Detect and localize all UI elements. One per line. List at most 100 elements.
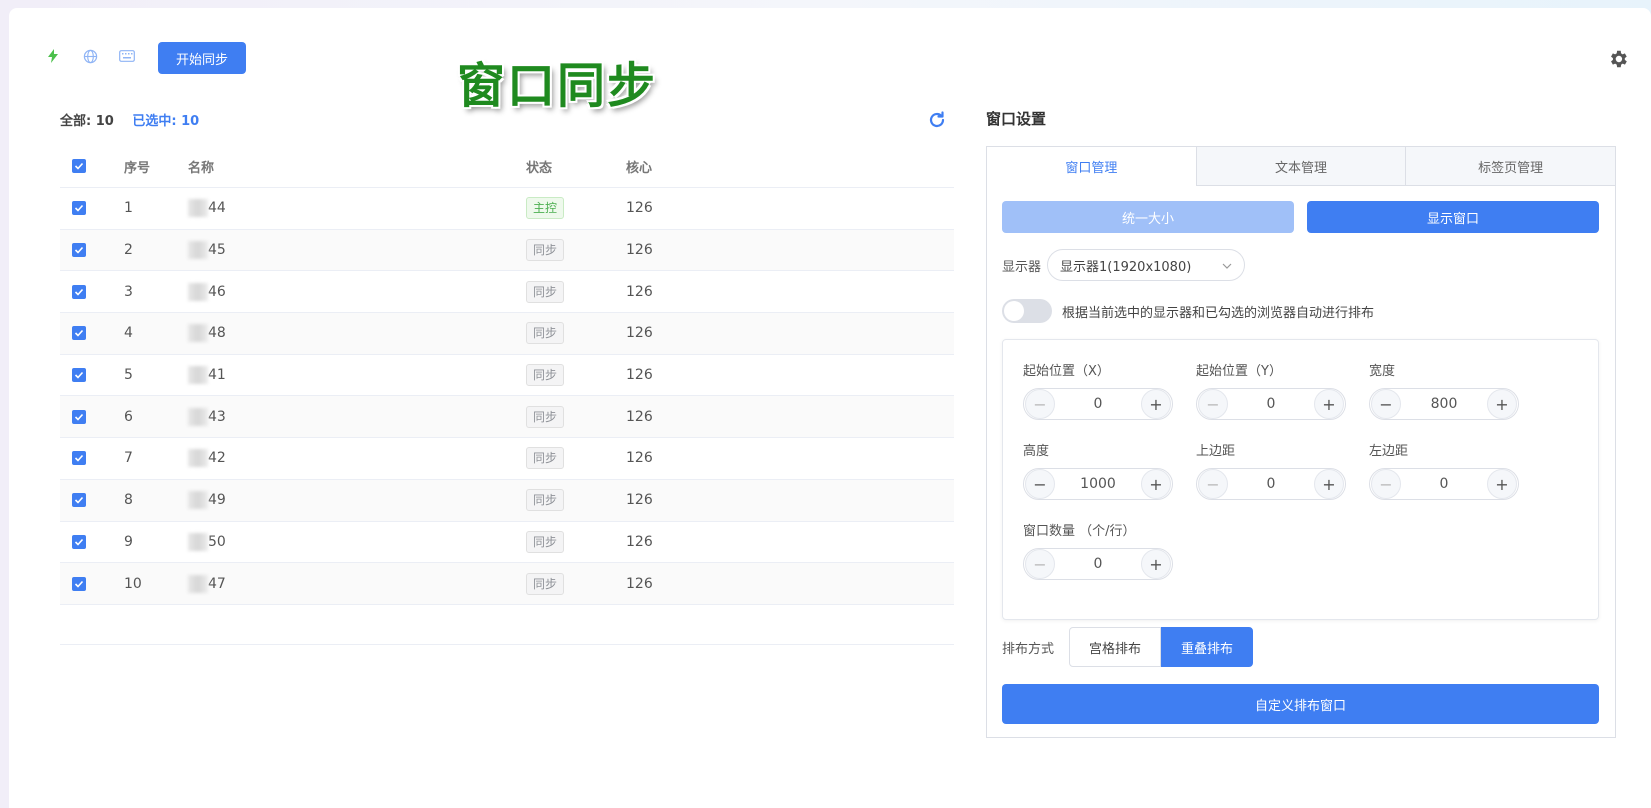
auto-arrange-toggle[interactable] (1002, 299, 1052, 323)
layout-label: 排布方式 (1002, 641, 1055, 657)
row-name-text: 46 (208, 283, 226, 300)
status-badge: 同步 (526, 489, 565, 512)
plus-icon[interactable]: + (1486, 469, 1517, 499)
selected-count: 已选中: 10 (132, 114, 200, 129)
width-field: 宽度 − 800 + (1369, 360, 1519, 420)
selection-summary: 全部: 10 已选中: 10 (60, 110, 199, 129)
row-name-text: 50 (208, 533, 226, 550)
field-label: 高度 (1023, 444, 1050, 459)
table-row[interactable]: 1 44 主控 126 (60, 188, 954, 230)
row-checkbox[interactable] (72, 409, 86, 424)
page-banner: 窗口同步 (457, 58, 658, 114)
row-checkbox[interactable] (72, 451, 86, 466)
table-divider (60, 644, 954, 645)
row-core: 126 (626, 492, 653, 509)
minus-icon[interactable]: − (1198, 389, 1228, 419)
row-checkbox[interactable] (72, 284, 86, 299)
start-sync-button[interactable]: 开始同步 (158, 42, 246, 74)
per-row-field: 窗口数量 （个/行） − 0 + (1023, 520, 1173, 580)
tab-text-management[interactable]: 文本管理 (1195, 147, 1406, 185)
select-all-checkbox[interactable] (72, 159, 86, 173)
chevron-down-icon (1222, 258, 1232, 273)
row-checkbox[interactable] (72, 326, 86, 341)
gear-icon[interactable] (1607, 48, 1629, 70)
minus-icon[interactable]: − (1371, 469, 1401, 499)
uniform-size-button[interactable]: 统一大小 (1002, 201, 1294, 233)
row-name: 47 (188, 574, 526, 593)
row-checkbox[interactable] (72, 243, 86, 258)
minus-icon[interactable]: − (1025, 389, 1055, 419)
layout-mode-row: 排布方式 宫格排布 重叠排布 (1002, 627, 1254, 667)
stepper-value[interactable]: 0 (1094, 396, 1103, 412)
plus-icon[interactable]: + (1140, 469, 1171, 499)
width-stepper: − 800 + (1369, 388, 1519, 420)
tab-page-management[interactable]: 标签页管理 (1405, 147, 1615, 185)
grid-layout-button[interactable]: 宫格排布 (1069, 627, 1162, 667)
field-label: 上边距 (1196, 444, 1236, 459)
column-header: 核心 (626, 160, 653, 176)
table-row[interactable]: 2 45 同步 126 (60, 229, 954, 272)
plus-icon[interactable]: + (1140, 389, 1171, 419)
stepper-value[interactable]: 800 (1431, 396, 1458, 412)
plus-icon[interactable]: + (1313, 389, 1344, 419)
stepper-value[interactable]: 0 (1440, 476, 1449, 492)
row-checkbox[interactable] (72, 368, 86, 383)
row-name: 50 (188, 532, 526, 551)
row-name: 44 (188, 199, 526, 218)
browser-table: 序号 名称 状态 核心 1 44 主控 126 2 45 同步 126 3 46 同步 126 4 48 同… (60, 145, 954, 605)
row-checkbox[interactable] (72, 534, 86, 549)
minus-icon[interactable]: − (1198, 469, 1228, 499)
table-row[interactable]: 9 50 同步 126 (60, 522, 954, 564)
refresh-icon[interactable] (927, 110, 947, 130)
redacted-block (188, 491, 208, 510)
row-name: 42 (188, 449, 526, 468)
table-row[interactable]: 4 48 同步 126 (60, 313, 954, 355)
minus-icon[interactable]: − (1025, 469, 1055, 499)
keyboard-icon[interactable] (119, 48, 135, 64)
plus-icon[interactable]: + (1486, 389, 1517, 419)
row-name-text: 49 (208, 492, 226, 509)
redacted-block (188, 282, 208, 301)
row-checkbox[interactable] (72, 201, 86, 216)
table-row[interactable]: 3 46 同步 126 (60, 271, 954, 314)
display-label: 显示器 (1002, 259, 1042, 275)
globe-icon[interactable] (82, 48, 98, 64)
row-checkbox[interactable] (72, 493, 86, 508)
stepper-value[interactable]: 0 (1267, 396, 1276, 412)
show-window-button[interactable]: 显示窗口 (1307, 201, 1599, 233)
plus-icon[interactable]: + (1140, 549, 1171, 579)
layout-mode-selector: 宫格排布 重叠排布 (1069, 627, 1254, 667)
row-checkbox[interactable] (72, 576, 86, 591)
redacted-block (188, 241, 208, 260)
display-row: 显示器 显示器1(1920x1080) (1002, 249, 1246, 281)
stepper-value[interactable]: 0 (1267, 476, 1276, 492)
table-row[interactable]: 8 49 同步 126 (60, 479, 954, 522)
row-index: 9 (124, 533, 133, 550)
display-select[interactable]: 显示器1(1920x1080) (1047, 249, 1246, 281)
table-row[interactable]: 5 41 同步 126 (60, 355, 954, 397)
table-row[interactable]: 10 47 同步 126 (60, 563, 954, 605)
plus-icon[interactable]: + (1313, 469, 1344, 499)
row-name-text: 43 (208, 408, 226, 425)
row-name-text: 47 (208, 575, 226, 592)
field-label: 起始位置（Y） (1196, 364, 1282, 379)
row-name-text: 41 (208, 367, 226, 384)
stepper-value[interactable]: 1000 (1080, 476, 1116, 492)
top-margin-stepper: − 0 + (1196, 468, 1346, 500)
tab-window-management[interactable]: 窗口管理 (987, 147, 1196, 186)
minus-icon[interactable]: − (1371, 389, 1401, 419)
start-x-stepper: − 0 + (1023, 388, 1173, 420)
overlap-layout-button[interactable]: 重叠排布 (1161, 627, 1254, 667)
field-label: 宽度 (1369, 364, 1396, 379)
table-row[interactable]: 6 43 同步 126 (60, 396, 954, 439)
stepper-value[interactable]: 0 (1094, 556, 1103, 572)
redacted-block (188, 532, 208, 551)
height-field: 高度 − 1000 + (1023, 440, 1173, 500)
minus-icon[interactable]: − (1025, 549, 1055, 579)
per-row-stepper: − 0 + (1023, 548, 1173, 580)
status-badge: 同步 (526, 239, 565, 262)
row-index: 2 (124, 242, 133, 259)
bolt-icon[interactable] (45, 48, 61, 64)
table-row[interactable]: 7 42 同步 126 (60, 438, 954, 480)
custom-arrange-button[interactable]: 自定义排布窗口 (1002, 684, 1599, 724)
